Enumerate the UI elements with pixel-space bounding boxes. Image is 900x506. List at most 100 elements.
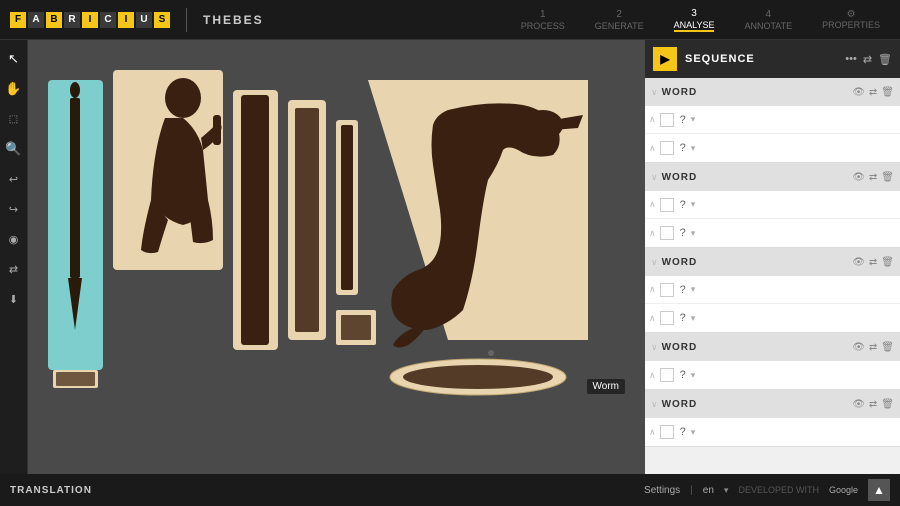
glyph-checkbox-5-1[interactable] bbox=[660, 425, 674, 439]
word-group-1: ∨ WORD 👁 ⇄ 🗑 ∧ ? ▾ ∧ ? bbox=[645, 78, 900, 163]
word-icons-3: 👁 ⇄ 🗑 bbox=[852, 257, 894, 268]
logo-divider bbox=[186, 8, 187, 32]
panel-menu-icon[interactable]: ••• bbox=[845, 53, 857, 65]
word-icons-5: 👁 ⇄ 🗑 bbox=[852, 399, 894, 410]
glyph-checkbox-1-1[interactable] bbox=[660, 113, 674, 127]
developed-with-text: DEVELOPED WITH bbox=[738, 485, 819, 495]
glyph-dropdown-4-1[interactable]: ▾ bbox=[691, 370, 696, 381]
word-delete-icon-5[interactable]: 🗑 bbox=[881, 399, 894, 410]
canvas-area[interactable]: Worm bbox=[28, 40, 645, 474]
rect-select-tool[interactable]: ⬚ bbox=[3, 108, 25, 130]
chevron-glyph-3-2[interactable]: ∧ bbox=[649, 313, 656, 324]
chevron-glyph-2-2[interactable]: ∧ bbox=[649, 228, 656, 239]
glyph-dropdown-2-1[interactable]: ▾ bbox=[691, 199, 696, 210]
word-delete-icon-3[interactable]: 🗑 bbox=[881, 257, 894, 268]
word-link-icon-1[interactable]: ⇄ bbox=[869, 87, 877, 98]
chevron-glyph-4-1[interactable]: ∧ bbox=[649, 370, 656, 381]
nav-step-analyse[interactable]: 3 ANALYSE bbox=[674, 8, 715, 32]
glyph-checkbox-3-1[interactable] bbox=[660, 283, 674, 297]
scroll-up-button[interactable]: ▲ bbox=[868, 479, 890, 501]
word-delete-icon-1[interactable]: 🗑 bbox=[881, 87, 894, 98]
zoom-tool[interactable]: 🔍 bbox=[3, 138, 25, 160]
word-link-icon-4[interactable]: ⇄ bbox=[869, 342, 877, 353]
glyph-question-5-1: ? bbox=[680, 426, 686, 438]
word-link-icon-5[interactable]: ⇄ bbox=[869, 399, 877, 410]
nav-step-process[interactable]: 1 PROCESS bbox=[521, 9, 565, 31]
word-label-1: WORD bbox=[662, 87, 849, 98]
chevron-down-1[interactable]: ∨ bbox=[651, 87, 658, 98]
glyph-row-1-2: ∧ ? ▾ bbox=[645, 134, 900, 162]
word-link-icon-2[interactable]: ⇄ bbox=[869, 172, 877, 183]
nav-step-generate[interactable]: 2 GENERATE bbox=[595, 9, 644, 31]
topbar: F A B R I C I U S THEBES 1 PROCESS 2 GEN… bbox=[0, 0, 900, 40]
word-group-4: ∨ WORD 👁 ⇄ 🗑 ∧ ? ▾ bbox=[645, 333, 900, 390]
settings-button[interactable]: Settings bbox=[644, 485, 680, 496]
word-eye-icon-5[interactable]: 👁 bbox=[852, 399, 865, 410]
translation-label: TRANSLATION bbox=[10, 485, 92, 496]
glyph-dropdown-1-1[interactable]: ▾ bbox=[691, 114, 696, 125]
chevron-down-5[interactable]: ∨ bbox=[651, 399, 658, 410]
glyph-checkbox-2-1[interactable] bbox=[660, 198, 674, 212]
chevron-glyph-1-2[interactable]: ∧ bbox=[649, 143, 656, 154]
undo-tool[interactable]: ↩ bbox=[3, 168, 25, 190]
hieroglyph-canvas bbox=[48, 60, 628, 474]
nav-step-annotate[interactable]: 4 ANNOTATE bbox=[744, 9, 792, 31]
chevron-down-3[interactable]: ∨ bbox=[651, 257, 658, 268]
glyph-checkbox-4-1[interactable] bbox=[660, 368, 674, 382]
language-selector[interactable]: en bbox=[703, 485, 714, 496]
panel-share-icon[interactable]: ⇄ bbox=[863, 53, 872, 66]
glyph-checkbox-1-2[interactable] bbox=[660, 141, 674, 155]
glyph-checkbox-3-2[interactable] bbox=[660, 311, 674, 325]
app-subtitle: THEBES bbox=[203, 13, 264, 27]
download-tool[interactable]: ⬇ bbox=[3, 288, 25, 310]
glyph-dropdown-3-1[interactable]: ▾ bbox=[691, 284, 696, 295]
word-label-2: WORD bbox=[662, 172, 849, 183]
chevron-glyph-3-1[interactable]: ∧ bbox=[649, 284, 656, 295]
panel-delete-icon[interactable]: 🗑 bbox=[878, 53, 892, 66]
bottom-right: Settings | en ▾ DEVELOPED WITH Google ▲ bbox=[644, 479, 890, 501]
chevron-glyph-5-1[interactable]: ∧ bbox=[649, 427, 656, 438]
pan-tool[interactable]: ✋ bbox=[3, 78, 25, 100]
glyph-dropdown-1-2[interactable]: ▾ bbox=[691, 143, 696, 154]
logo-letters: F A B R I C I U S bbox=[10, 12, 170, 28]
word-eye-icon-1[interactable]: 👁 bbox=[852, 87, 865, 98]
chevron-down-4[interactable]: ∨ bbox=[651, 342, 658, 353]
redo-tool[interactable]: ↪ bbox=[3, 198, 25, 220]
glyph-dropdown-2-2[interactable]: ▾ bbox=[691, 228, 696, 239]
word-eye-icon-4[interactable]: 👁 bbox=[852, 342, 865, 353]
word-delete-icon-2[interactable]: 🗑 bbox=[881, 172, 894, 183]
chevron-glyph-2-1[interactable]: ∧ bbox=[649, 199, 656, 210]
main-area: ↖ ✋ ⬚ 🔍 ↩ ↪ ◉ ⇄ ⬇ bbox=[0, 40, 900, 474]
select-tool[interactable]: ↖ bbox=[3, 48, 25, 70]
glyph-row-3-2: ∧ ? ▾ bbox=[645, 304, 900, 332]
word-label-4: WORD bbox=[662, 342, 849, 353]
glyph-question-3-2: ? bbox=[680, 312, 686, 324]
glyph-row-2-2: ∧ ? ▾ bbox=[645, 219, 900, 247]
logo-letter-s: S bbox=[154, 12, 170, 28]
word-delete-icon-4[interactable]: 🗑 bbox=[881, 342, 894, 353]
glyph-kneeling-figure bbox=[113, 70, 223, 270]
word-eye-icon-3[interactable]: 👁 bbox=[852, 257, 865, 268]
transform-tool[interactable]: ⇄ bbox=[3, 258, 25, 280]
gear-icon: ⚙ bbox=[847, 9, 856, 20]
chevron-down-2[interactable]: ∨ bbox=[651, 172, 658, 183]
logo-letter-a: A bbox=[28, 12, 44, 28]
glyph-checkbox-2-2[interactable] bbox=[660, 226, 674, 240]
word-label-3: WORD bbox=[662, 257, 849, 268]
word-link-icon-3[interactable]: ⇄ bbox=[869, 257, 877, 268]
chevron-lang-icon[interactable]: ▾ bbox=[724, 485, 729, 496]
nav-step-properties[interactable]: ⚙ PROPERTIES bbox=[822, 9, 880, 30]
panel-expand-button[interactable]: ▶ bbox=[653, 47, 677, 71]
sequence-content[interactable]: ∨ WORD 👁 ⇄ 🗑 ∧ ? ▾ ∧ ? bbox=[645, 78, 900, 474]
draw-tool[interactable]: ◉ bbox=[3, 228, 25, 250]
logo-letter-u: U bbox=[136, 12, 152, 28]
word-label-5: WORD bbox=[662, 399, 849, 410]
chevron-glyph-1-1[interactable]: ∧ bbox=[649, 114, 656, 125]
glyph-question-2-1: ? bbox=[680, 199, 686, 211]
word-eye-icon-2[interactable]: 👁 bbox=[852, 172, 865, 183]
glyph-question-1-2: ? bbox=[680, 142, 686, 154]
glyph-dropdown-3-2[interactable]: ▾ bbox=[691, 313, 696, 324]
glyph-thin-vertical bbox=[336, 120, 358, 295]
panel-header: ▶ SEQUENCE ••• ⇄ 🗑 bbox=[645, 40, 900, 78]
glyph-dropdown-5-1[interactable]: ▾ bbox=[691, 427, 696, 438]
